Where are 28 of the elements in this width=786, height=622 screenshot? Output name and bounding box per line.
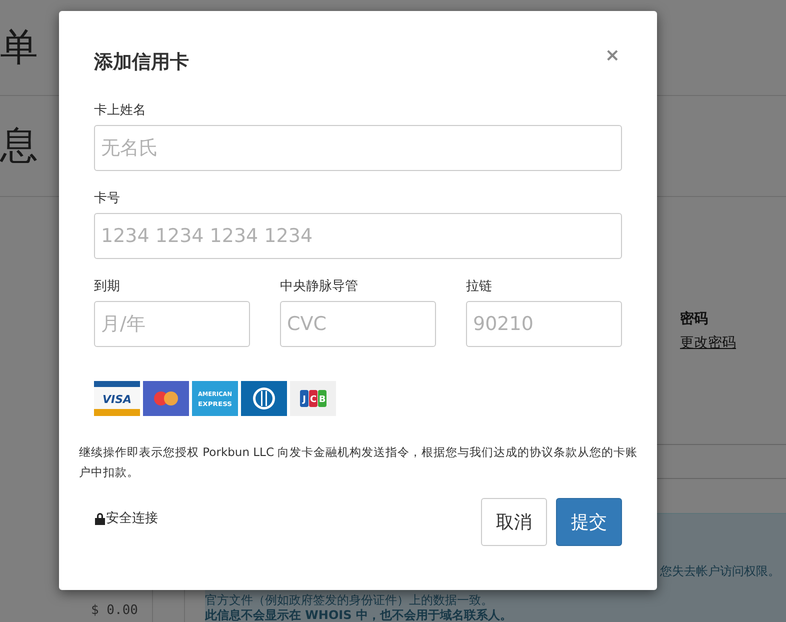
page-title: 单 xyxy=(0,24,38,71)
field-label: 拉链 xyxy=(466,278,493,295)
field-label: 到期 xyxy=(94,278,121,295)
input-field[interactable]: 月/年 xyxy=(94,301,250,347)
dialog-title: 添加信用卡 xyxy=(94,50,189,75)
field-label: 中央静脉导管 xyxy=(280,278,359,295)
visa-card-icon: VISA xyxy=(94,381,140,416)
input-field[interactable]: 90210 xyxy=(466,301,622,347)
submit-button[interactable]: 提交 xyxy=(556,498,622,546)
jcb-card-icon: J C B xyxy=(290,381,336,416)
notice-text: 此信息不会显示在 WHOIS 中，也不会用于域名联系人。 xyxy=(205,608,513,622)
diners-card-icon xyxy=(241,381,287,416)
close-button[interactable]: × xyxy=(604,47,620,65)
input-field[interactable]: 无名氏 xyxy=(94,125,622,171)
balance-amount: $ 0.00 xyxy=(91,603,138,618)
notice-text: 官方文件（例如政府签发的身份证件）上的数据一致。 xyxy=(205,593,494,607)
notice-text: 您失去帐户访问权限。 xyxy=(660,564,780,578)
field-label: 卡上姓名 xyxy=(94,102,147,119)
authorization-text: 继续操作即表示您授权 Porkbun LLC 向发卡金融机构发送指令，根据您与我们达成的协议条款从您的卡账户中扣款。 xyxy=(79,444,639,481)
password-label: 密码 xyxy=(680,310,709,328)
secure-connection-text: 安全连接 xyxy=(106,510,158,527)
mastercard-icon xyxy=(143,381,189,416)
input-field[interactable]: 1234 1234 1234 1234 xyxy=(94,213,622,259)
lock-icon xyxy=(94,512,106,524)
input-field[interactable]: CVC xyxy=(280,301,436,347)
cancel-button[interactable]: 取消 xyxy=(481,498,547,546)
field-label: 卡号 xyxy=(94,190,121,207)
change-password-link[interactable]: 更改密码 xyxy=(680,334,786,352)
